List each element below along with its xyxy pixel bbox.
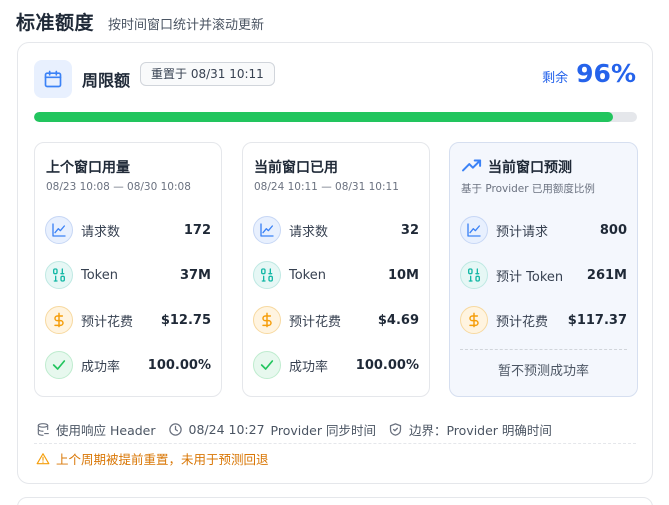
stat-value: 37M xyxy=(179,267,211,283)
panel-range: 08/24 10:11 — 08/31 10:11 xyxy=(254,181,399,193)
stat-label: 预计花费 xyxy=(81,314,134,330)
panel-title: 当前窗口已用 xyxy=(254,160,338,176)
stat-label: 成功率 xyxy=(289,359,329,375)
panel-range: 08/23 10:08 — 08/30 10:08 xyxy=(46,181,191,193)
database-icon xyxy=(37,422,49,436)
panel-title: 当前窗口预测 xyxy=(488,160,572,176)
stat-value: $12.75 xyxy=(160,312,211,328)
meta-response-header-text: 使用响应 Header xyxy=(56,422,156,438)
section-subtitle: 按时间窗口统计并滚动更新 xyxy=(108,18,265,33)
forecast-note: 暂不预测成功率 xyxy=(497,364,589,379)
stat-row-requests: 请求数 172 xyxy=(45,215,211,245)
weekly-title: 周限额 xyxy=(82,71,131,90)
remaining-indicator: 剩余 96% xyxy=(542,59,636,88)
dollar-icon xyxy=(253,306,281,334)
stat-label: Token xyxy=(289,267,326,283)
chart-line-icon xyxy=(253,216,281,244)
stat-value: 172 xyxy=(183,222,211,238)
stat-row-cost: 预计花费 $117.37 xyxy=(460,305,627,335)
meta-boundary: 边界：Provider 明确时间 xyxy=(388,420,552,439)
binary-icon xyxy=(45,261,73,289)
meta-boundary-text: 边界：Provider 明确时间 xyxy=(408,422,552,438)
forecast-panel: 当前窗口预测 基于 Provider 已用额度比例 预计请求 800 预计 To… xyxy=(449,142,638,397)
stat-label: 预计请求 xyxy=(496,224,549,240)
stat-row-requests: 预计请求 800 xyxy=(460,215,627,245)
stat-value: 261M xyxy=(586,267,627,283)
stat-label: 请求数 xyxy=(289,224,329,240)
calendar-icon xyxy=(34,60,72,98)
meta-response-header: 使用响应 Header xyxy=(36,420,156,439)
stat-label: 请求数 xyxy=(81,224,121,240)
stat-label: 成功率 xyxy=(81,359,121,375)
warning-text: 上个周期被提前重置，未用于预测回退 xyxy=(56,452,269,467)
clock-icon xyxy=(168,422,182,436)
warning-icon xyxy=(36,452,50,464)
divider xyxy=(34,443,636,444)
divider xyxy=(460,349,627,350)
stat-row-tokens: Token 37M xyxy=(45,260,211,290)
previous-window-panel: 上个窗口用量 08/23 10:08 — 08/30 10:08 请求数 172… xyxy=(34,142,222,397)
stat-label: Token xyxy=(81,267,118,283)
next-card xyxy=(17,497,653,505)
chart-line-icon xyxy=(45,216,73,244)
stat-label: 预计 Token xyxy=(496,269,564,285)
meta-sync-time-value: 08/24 10:27 xyxy=(188,421,265,437)
weekly-header: 周限额 重置于 08/31 10:11 剩余 96% xyxy=(34,59,636,99)
stat-row-requests: 请求数 32 xyxy=(253,215,419,245)
stat-value: $117.37 xyxy=(567,312,627,328)
stat-value: 800 xyxy=(599,222,627,238)
check-icon xyxy=(45,351,73,379)
shield-icon xyxy=(389,422,402,436)
stat-row-cost: 预计花费 $12.75 xyxy=(45,305,211,335)
stat-value: $4.69 xyxy=(377,312,419,328)
stat-label: 预计花费 xyxy=(289,314,342,330)
chart-line-icon xyxy=(460,216,488,244)
quota-progress-bar xyxy=(34,112,637,122)
stat-row-tokens: Token 10M xyxy=(253,260,419,290)
stat-value: 100.00% xyxy=(147,357,211,373)
stat-value: 32 xyxy=(400,222,419,238)
current-window-panel: 当前窗口已用 08/24 10:11 — 08/31 10:11 请求数 32 … xyxy=(242,142,430,397)
stat-value: 100.00% xyxy=(355,357,419,373)
warning-message: 上个周期被提前重置，未用于预测回退 xyxy=(36,449,269,468)
weekly-limit-card: 周限额 重置于 08/31 10:11 剩余 96% 上个窗口用量 08/23 … xyxy=(17,42,653,484)
meta-row: 使用响应 Header 08/24 10:27 Provider 同步时间 边界… xyxy=(36,419,564,439)
binary-icon xyxy=(460,261,488,289)
dollar-icon xyxy=(45,306,73,334)
remaining-label: 剩余 xyxy=(542,71,569,86)
binary-icon xyxy=(253,261,281,289)
remaining-value: 96% xyxy=(576,59,636,88)
section-header: 标准额度 按时间窗口统计并滚动更新 xyxy=(16,8,264,36)
dollar-icon xyxy=(460,306,488,334)
stat-row-success-rate: 成功率 100.00% xyxy=(45,350,211,380)
quota-progress-fill xyxy=(34,112,613,122)
meta-sync-time: 08/24 10:27 Provider 同步时间 xyxy=(168,420,376,439)
meta-sync-time-label: Provider 同步时间 xyxy=(270,422,376,438)
check-icon xyxy=(253,351,281,379)
panel-subtitle: 基于 Provider 已用额度比例 xyxy=(461,183,595,195)
trending-up-icon xyxy=(461,156,483,178)
panel-title: 上个窗口用量 xyxy=(46,160,130,176)
stat-row-cost: 预计花费 $4.69 xyxy=(253,305,419,335)
stat-row-success-rate: 成功率 100.00% xyxy=(253,350,419,380)
section-title: 标准额度 xyxy=(16,12,95,34)
reset-badge: 重置于 08/31 10:11 xyxy=(140,62,275,86)
stat-value: 10M xyxy=(387,267,419,283)
stat-label: 预计花费 xyxy=(496,314,549,330)
stat-row-tokens: 预计 Token 261M xyxy=(460,260,627,290)
